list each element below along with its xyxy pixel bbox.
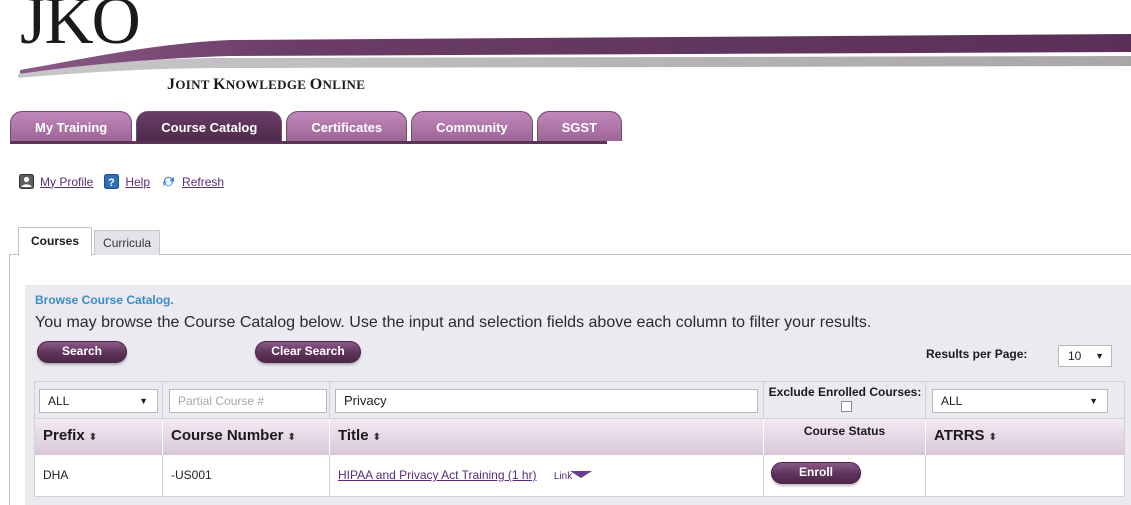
chevron-down-icon: ▼ bbox=[139, 396, 148, 406]
title-filter-cell: Privacy bbox=[330, 382, 764, 420]
prefix-filter-select[interactable]: ALL ▼ bbox=[39, 389, 158, 413]
course-number-filter-cell: Partial Course # bbox=[163, 382, 330, 420]
atrrs-filter-select[interactable]: ALL ▼ bbox=[932, 389, 1108, 413]
enroll-button[interactable]: Enroll bbox=[771, 462, 861, 484]
row-title-cell: HIPAA and Privacy Act Training (1 hr) Li… bbox=[330, 455, 764, 497]
results-per-page-select[interactable]: 10 ▼ bbox=[1058, 345, 1112, 367]
main-tab-bar: My Training Course Catalog Certificates … bbox=[10, 111, 626, 144]
browse-panel: Browse Course Catalog. You may browse th… bbox=[25, 285, 1131, 505]
row-prefix: DHA bbox=[35, 455, 163, 497]
sort-icon: ⬍ bbox=[372, 432, 381, 443]
tab-certificates[interactable]: Certificates bbox=[286, 111, 408, 141]
course-link-dropdown[interactable]: Link bbox=[554, 471, 593, 482]
help-link-group: ? Help bbox=[104, 174, 150, 189]
filter-row: ALL ▼ Partial Course # Privacy Exclude E… bbox=[34, 381, 1126, 420]
prefix-filter-value: ALL bbox=[48, 394, 70, 408]
title-filter-input[interactable]: Privacy bbox=[335, 389, 758, 413]
refresh-link[interactable]: Refresh bbox=[182, 175, 224, 189]
site-header: JKO JOINT KNOWLEDGE ONLINE bbox=[0, 0, 1131, 104]
tab-courses[interactable]: Courses bbox=[18, 227, 93, 256]
course-number-filter-input[interactable]: Partial Course # bbox=[169, 389, 327, 413]
browse-description: You may browse the Course Catalog below.… bbox=[35, 314, 872, 331]
course-status-column-header: Course Status bbox=[764, 419, 926, 455]
chevron-down-icon: ▼ bbox=[1089, 396, 1098, 406]
profile-icon bbox=[19, 174, 34, 189]
utility-links: My Profile ? Help Refresh bbox=[19, 174, 235, 189]
row-atrrs bbox=[926, 455, 1126, 497]
results-per-page-value: 10 bbox=[1068, 349, 1082, 363]
logo-subtitle: JOINT KNOWLEDGE ONLINE bbox=[167, 76, 366, 93]
table-row: DHA -US001 HIPAA and Privacy Act Trainin… bbox=[34, 455, 1125, 497]
caret-down-icon bbox=[570, 471, 593, 478]
row-status-cell: Enroll bbox=[764, 455, 926, 497]
browse-title: Browse Course Catalog. bbox=[35, 293, 174, 307]
refresh-link-group: Refresh bbox=[161, 174, 224, 189]
course-title-link[interactable]: HIPAA and Privacy Act Training (1 hr) bbox=[338, 468, 537, 482]
table-header-row: Prefix ⬍ Course Number ⬍ Title ⬍ Course Sta… bbox=[34, 419, 1125, 455]
sub-tab-bar: Courses Curricula bbox=[18, 227, 161, 256]
tab-course-catalog[interactable]: Course Catalog bbox=[136, 111, 283, 141]
exclude-enrolled-label: Exclude Enrolled Courses: bbox=[764, 385, 926, 415]
my-profile-link-group: My Profile bbox=[19, 174, 93, 189]
tab-underline bbox=[10, 141, 607, 144]
help-link[interactable]: Help bbox=[125, 175, 150, 189]
refresh-icon bbox=[163, 176, 175, 187]
atrrs-column-header[interactable]: ATRRS ⬍ bbox=[926, 419, 1126, 455]
clear-search-button[interactable]: Clear Search bbox=[255, 341, 361, 363]
logo-mark: JKO bbox=[20, 0, 141, 58]
tab-curricula[interactable]: Curricula bbox=[94, 230, 161, 255]
exclude-enrolled-checkbox[interactable] bbox=[840, 401, 852, 412]
search-button[interactable]: Search bbox=[37, 341, 127, 363]
row-course-number: -US001 bbox=[163, 455, 330, 497]
help-icon: ? bbox=[104, 174, 120, 189]
sort-icon: ⬍ bbox=[88, 432, 98, 443]
tab-community[interactable]: Community bbox=[411, 111, 533, 141]
prefix-column-header[interactable]: Prefix ⬍ bbox=[35, 419, 163, 455]
course-number-column-header[interactable]: Course Number ⬍ bbox=[163, 419, 330, 455]
tab-my-training[interactable]: My Training bbox=[10, 111, 133, 141]
title-column-header[interactable]: Title ⬍ bbox=[330, 419, 764, 455]
svg-text:?: ? bbox=[108, 177, 115, 189]
atrrs-filter-value: ALL bbox=[941, 394, 963, 408]
exclude-enrolled-cell: Exclude Enrolled Courses: bbox=[764, 382, 926, 420]
results-per-page-label: Results per Page: bbox=[926, 347, 1028, 361]
prefix-filter-cell: ALL ▼ bbox=[35, 382, 163, 420]
sort-icon: ⬍ bbox=[988, 432, 997, 443]
sort-icon: ⬍ bbox=[287, 432, 296, 443]
chevron-down-icon: ▼ bbox=[1095, 351, 1104, 361]
atrrs-filter-cell: ALL ▼ bbox=[926, 382, 1126, 420]
tab-sgst[interactable]: SGST bbox=[536, 111, 623, 141]
my-profile-link[interactable]: My Profile bbox=[40, 175, 93, 189]
